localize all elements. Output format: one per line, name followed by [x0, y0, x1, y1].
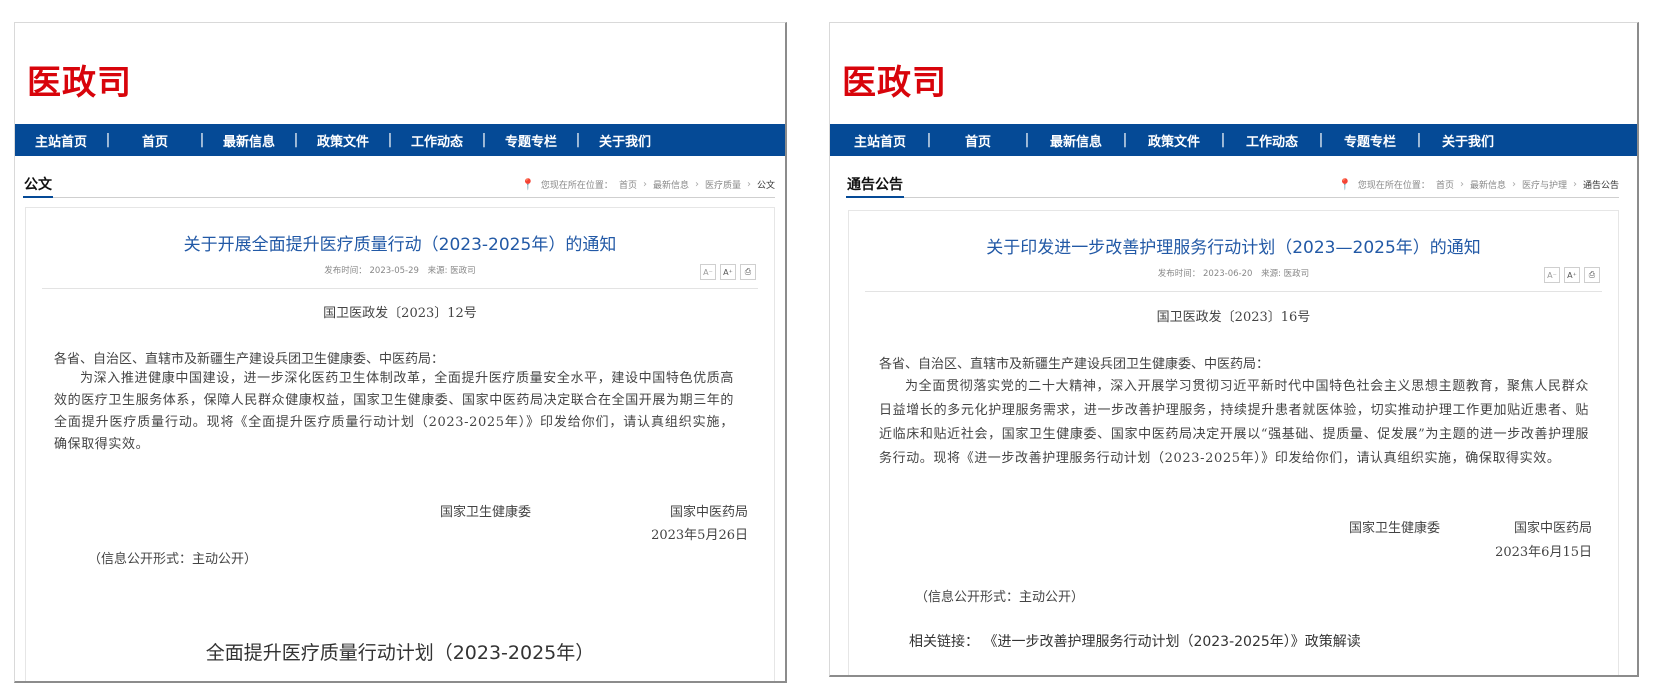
chevron-right-icon: ›: [1459, 179, 1464, 190]
chevron-right-icon: ›: [1511, 179, 1516, 190]
breadcrumb-prefix: 您现在所在位置：: [1357, 181, 1430, 191]
related-links: 相关链接： 《进一步改善护理服务行动计划（2023-2025年）》政策解读: [909, 631, 1361, 651]
signer: 国家中医药局: [1513, 521, 1592, 536]
salutation: 各省、自治区、直辖市及新疆生产建设兵团卫生健康委、中医药局：: [54, 352, 445, 367]
nav-work[interactable]: 工作动态: [1232, 131, 1312, 150]
breadcrumb-item[interactable]: 最新信息: [653, 178, 689, 191]
section-title: 通告公告: [846, 174, 904, 198]
nav-main-site[interactable]: 主站首页: [840, 131, 920, 150]
source: 来源: 医政司: [427, 266, 476, 276]
related-policy-link[interactable]: 《进一步改善护理服务行动计划（2023-2025年）》政策解读: [983, 634, 1360, 650]
nav-main-site[interactable]: 主站首页: [23, 131, 99, 150]
breadcrumb-item[interactable]: 最新信息: [1470, 178, 1506, 191]
signer: 国家卫生健康委: [440, 505, 532, 520]
issue-date: 2023年5月26日: [651, 528, 748, 543]
signer: 国家中医药局: [669, 505, 748, 520]
chevron-right-icon: ›: [1572, 179, 1577, 190]
font-decrease-button[interactable]: A⁻: [700, 264, 716, 280]
divider: [42, 288, 758, 289]
breadcrumb-item[interactable]: 首页: [1436, 178, 1454, 191]
printer-icon[interactable]: ⎙: [1584, 267, 1600, 283]
article-tools: A⁻ A⁺ ⎙: [700, 264, 756, 280]
location-pin-icon: 📍: [1338, 178, 1352, 191]
issue-date: 2023年6月15日: [1495, 545, 1592, 560]
nav-home[interactable]: 首页: [117, 131, 193, 150]
body-paragraph: 为深入推进健康中国建设，进一步深化医药卫生体制改革，全面提升医疗质量安全水平，建…: [54, 371, 735, 452]
nav-policy[interactable]: 政策文件: [1134, 131, 1214, 150]
nav-separator: |: [105, 132, 111, 148]
breadcrumb-current: 通告公告: [1582, 181, 1619, 191]
nav-topics[interactable]: 专题专栏: [493, 131, 569, 150]
chevron-right-icon: ›: [694, 179, 699, 190]
breadcrumb-prefix: 您现在所在位置：: [540, 181, 613, 191]
nav-separator: |: [926, 132, 932, 148]
nav-home[interactable]: 首页: [938, 131, 1018, 150]
nav-separator: |: [199, 132, 205, 148]
nav-separator: |: [1122, 132, 1128, 148]
section-header: 公文 📍 您现在所在位置： 首页 › 最新信息 › 医疗质量 › 公文: [23, 171, 775, 198]
nav-separator: |: [293, 132, 299, 148]
nav-separator: |: [1416, 132, 1422, 148]
nav-separator: |: [575, 132, 581, 148]
document-number: 国卫医政发〔2023〕16号: [1156, 310, 1311, 325]
source: 来源: 医政司: [1261, 269, 1310, 279]
location-pin-icon: 📍: [521, 178, 535, 191]
breadcrumb-item[interactable]: 医疗质量: [705, 178, 741, 191]
article: 关于印发进一步改善护理服务行动计划（2023—2025年）的通知 发布时间： 2…: [848, 210, 1619, 675]
chevron-right-icon: ›: [746, 179, 751, 190]
notice-page-left: 医政司 主站首页 | 首页 | 最新信息 | 政策文件 | 工作动态 | 专题专栏 | 关于…: [14, 22, 787, 683]
publish-date: 发布时间： 2023-05-29: [324, 266, 419, 276]
article-meta: 发布时间： 2023-06-20 来源: 医政司: [849, 267, 1618, 279]
nav-about[interactable]: 关于我们: [1428, 131, 1508, 150]
signer: 国家卫生健康委: [1349, 521, 1441, 536]
divider: [865, 291, 1602, 292]
main-nav: 主站首页 | 首页 | 最新信息 | 政策文件 | 工作动态 | 专题专栏 | 关于我们: [830, 124, 1637, 156]
nav-latest[interactable]: 最新信息: [1036, 131, 1116, 150]
nav-latest[interactable]: 最新信息: [211, 131, 287, 150]
nav-about[interactable]: 关于我们: [587, 131, 663, 150]
breadcrumb-item[interactable]: 医疗与护理: [1522, 178, 1567, 191]
article-meta: 发布时间： 2023-05-29 来源: 医政司: [26, 264, 774, 276]
disclosure-note: （信息公开形式：主动公开）: [88, 552, 258, 567]
document-number: 国卫医政发〔2023〕12号: [323, 306, 477, 321]
site-logo[interactable]: 医政司: [27, 55, 132, 104]
article-title: 关于印发进一步改善护理服务行动计划（2023—2025年）的通知: [986, 238, 1481, 258]
section-header: 通告公告 📍 您现在所在位置： 首页 › 最新信息 › 医疗与护理 › 通告公告: [846, 171, 1619, 198]
related-label: 相关链接：: [909, 634, 979, 650]
main-nav: 主站首页 | 首页 | 最新信息 | 政策文件 | 工作动态 | 专题专栏 | 关于我们: [15, 124, 785, 156]
breadcrumb-item[interactable]: 首页: [619, 178, 637, 191]
nav-separator: |: [1024, 132, 1030, 148]
font-increase-button[interactable]: A⁺: [720, 264, 736, 280]
printer-icon[interactable]: ⎙: [740, 264, 756, 280]
article-tools: A⁻ A⁺ ⎙: [1544, 267, 1600, 283]
nav-separator: |: [387, 132, 393, 148]
breadcrumb: 📍 您现在所在位置： 首页 › 最新信息 › 医疗质量 › 公文: [521, 178, 775, 191]
font-increase-button[interactable]: A⁺: [1564, 267, 1580, 283]
disclosure-note: （信息公开形式：主动公开）: [915, 590, 1085, 605]
nav-work[interactable]: 工作动态: [399, 131, 475, 150]
font-decrease-button[interactable]: A⁻: [1544, 267, 1560, 283]
nav-policy[interactable]: 政策文件: [305, 131, 381, 150]
nav-separator: |: [481, 132, 487, 148]
nav-separator: |: [1220, 132, 1226, 148]
nav-separator: |: [1318, 132, 1324, 148]
site-logo[interactable]: 医政司: [842, 55, 947, 104]
breadcrumb: 📍 您现在所在位置： 首页 › 最新信息 › 医疗与护理 › 通告公告: [1338, 178, 1619, 191]
publish-date: 发布时间： 2023-06-20: [1157, 269, 1253, 279]
salutation: 各省、自治区、直辖市及新疆生产建设兵团卫生健康委、中医药局：: [879, 357, 1270, 372]
body-paragraph: 为全面贯彻落实党的二十大精神，深入开展学习贯彻习近平新时代中国特色社会主义思想主…: [879, 379, 1589, 466]
breadcrumb-current: 公文: [756, 181, 775, 191]
nav-topics[interactable]: 专题专栏: [1330, 131, 1410, 150]
notice-page-right: 医政司 主站首页 | 首页 | 最新信息 | 政策文件 | 工作动态 | 专题专栏 | 关于…: [829, 22, 1639, 677]
article-title: 关于开展全面提升医疗质量行动（2023-2025年）的通知: [183, 235, 617, 255]
attachment-title: 全面提升医疗质量行动计划（2023-2025年）: [205, 642, 595, 664]
article: 关于开展全面提升医疗质量行动（2023-2025年）的通知 发布时间： 2023…: [25, 207, 775, 681]
chevron-right-icon: ›: [642, 179, 647, 190]
section-title: 公文: [23, 174, 53, 198]
